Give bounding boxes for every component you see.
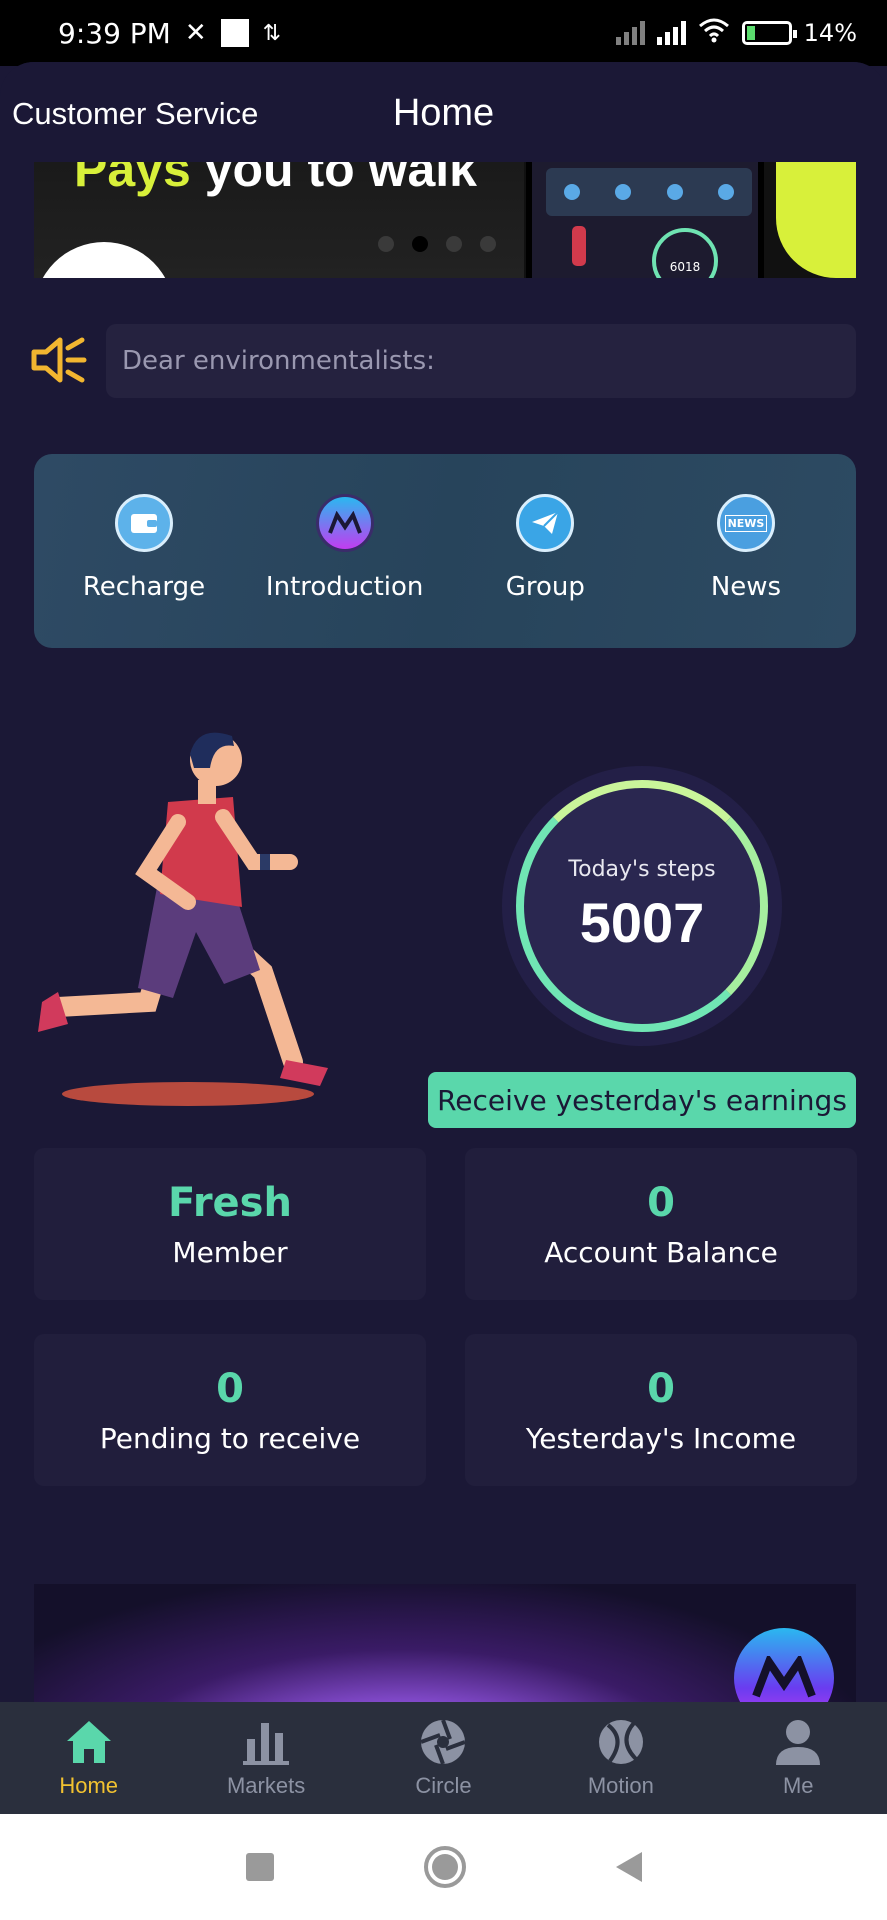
aperture-icon (420, 1719, 467, 1765)
carousel-dot-active[interactable] (412, 236, 428, 252)
steps-value: 5007 (579, 891, 705, 954)
mini-steps-value: 6018 (669, 260, 701, 274)
banner-headline-rest: you to walk (204, 162, 477, 197)
bar-chart-icon (243, 1723, 290, 1765)
stat-label: Pending to receive (99, 1421, 361, 1455)
user-icon (776, 1720, 821, 1765)
notice-marquee[interactable]: Dear environmentalists: (106, 324, 856, 398)
stat-value: 0 (647, 1179, 675, 1226)
tab-motion[interactable]: Motion (546, 1717, 696, 1799)
mini-steps-ring: 6018 (652, 228, 718, 278)
banner-phone-mockup: 6018 (526, 162, 764, 278)
tab-label: Me (782, 1773, 814, 1798)
news-icon: NEWS (716, 494, 775, 552)
menu-item-news[interactable]: NEWS News (666, 454, 826, 648)
banner-headline-highlight: Pays (74, 162, 191, 197)
runner-illustration (38, 732, 328, 1106)
tab-me[interactable]: Me (723, 1717, 873, 1799)
tab-circle[interactable]: Circle (368, 1717, 518, 1799)
status-bar: 9:39 PM ✕ ⇅ 14% (0, 0, 887, 66)
ms-logo-icon (315, 494, 374, 552)
menu-item-introduction[interactable]: Introduction (265, 454, 425, 648)
battery-icon (741, 21, 797, 45)
stat-card-yesterday-income: 0 Yesterday's Income (465, 1334, 857, 1486)
menu-label: Group (505, 572, 585, 602)
signal-2-icon (656, 21, 686, 45)
stat-label: Member (172, 1235, 288, 1269)
status-time: 9:39 PM (58, 16, 171, 50)
notice-text: Dear environmentalists: (122, 346, 435, 376)
carousel-dot[interactable] (378, 236, 394, 252)
tab-home[interactable]: Home (14, 1717, 164, 1799)
ball-icon (598, 1720, 643, 1764)
data-activity-icon: ⇅ (262, 20, 282, 46)
stat-label: Yesterday's Income (525, 1421, 797, 1455)
stat-card-member: Fresh Member (34, 1148, 426, 1300)
recents-button-icon[interactable] (245, 1853, 274, 1881)
menu-item-group[interactable]: Group (465, 454, 625, 648)
page-title: Home (392, 92, 495, 134)
app-screen: Customer Service Home Pays you to walk 6… (0, 62, 887, 1702)
steps-counter: Today's steps 5007 (502, 766, 782, 1046)
wifi-icon (698, 17, 730, 49)
system-nav-bar (0, 1814, 887, 1920)
stat-label: Account Balance (544, 1235, 778, 1269)
menu-label: Recharge (82, 572, 206, 602)
tab-label: Home (59, 1773, 119, 1798)
mini-runner-image (572, 226, 586, 266)
tab-label: Markets (226, 1773, 306, 1798)
steps-progress-ring: Today's steps 5007 (516, 780, 768, 1032)
menu-item-recharge[interactable]: Recharge (64, 454, 224, 648)
stat-value: 0 (216, 1365, 244, 1412)
mute-alarm-icon: ✕ (184, 18, 207, 48)
tab-label: Circle (415, 1773, 472, 1798)
banner-slide: Pays you to walk (34, 162, 524, 278)
wallet-icon (115, 494, 173, 552)
tab-label: Motion (587, 1773, 654, 1798)
menu-label: Introduction (265, 572, 424, 602)
banner-decoration (34, 242, 174, 278)
steps-label: Today's steps (568, 857, 716, 882)
stat-card-pending: 0 Pending to receive (34, 1334, 426, 1486)
promo-video-banner[interactable] (34, 1584, 856, 1702)
home-icon (66, 1721, 111, 1763)
battery-percent: 14% (803, 19, 857, 47)
stat-card-account-balance: 0 Account Balance (465, 1148, 857, 1300)
stat-value: Fresh (168, 1179, 292, 1226)
app-header: Customer Service Home (0, 62, 887, 162)
carousel-dot[interactable] (446, 236, 462, 252)
ms-logo-icon (734, 1628, 834, 1702)
home-button-icon[interactable] (423, 1846, 466, 1888)
mini-menu (546, 168, 752, 216)
quick-menu: Recharge Introduction Group NEWS News (34, 454, 856, 648)
receive-earnings-button[interactable]: Receive yesterday's earnings (428, 1072, 856, 1128)
banner-headline: Pays you to walk (74, 162, 477, 198)
notification-square-icon (220, 19, 249, 47)
carousel-dot[interactable] (480, 236, 496, 252)
carousel-indicator (378, 236, 496, 252)
banner-accent-shape (776, 162, 856, 278)
speaker-icon (30, 332, 88, 388)
menu-label: News (710, 572, 782, 602)
signal-1-icon (615, 21, 645, 45)
tab-markets[interactable]: Markets (191, 1717, 341, 1799)
bottom-tab-bar: Home Markets Circle Motion Me (0, 1702, 887, 1814)
telegram-icon (516, 494, 575, 552)
stat-value: 0 (647, 1365, 675, 1412)
back-button-icon[interactable] (615, 1852, 642, 1882)
banner-carousel[interactable]: Pays you to walk 6018 (34, 162, 856, 278)
